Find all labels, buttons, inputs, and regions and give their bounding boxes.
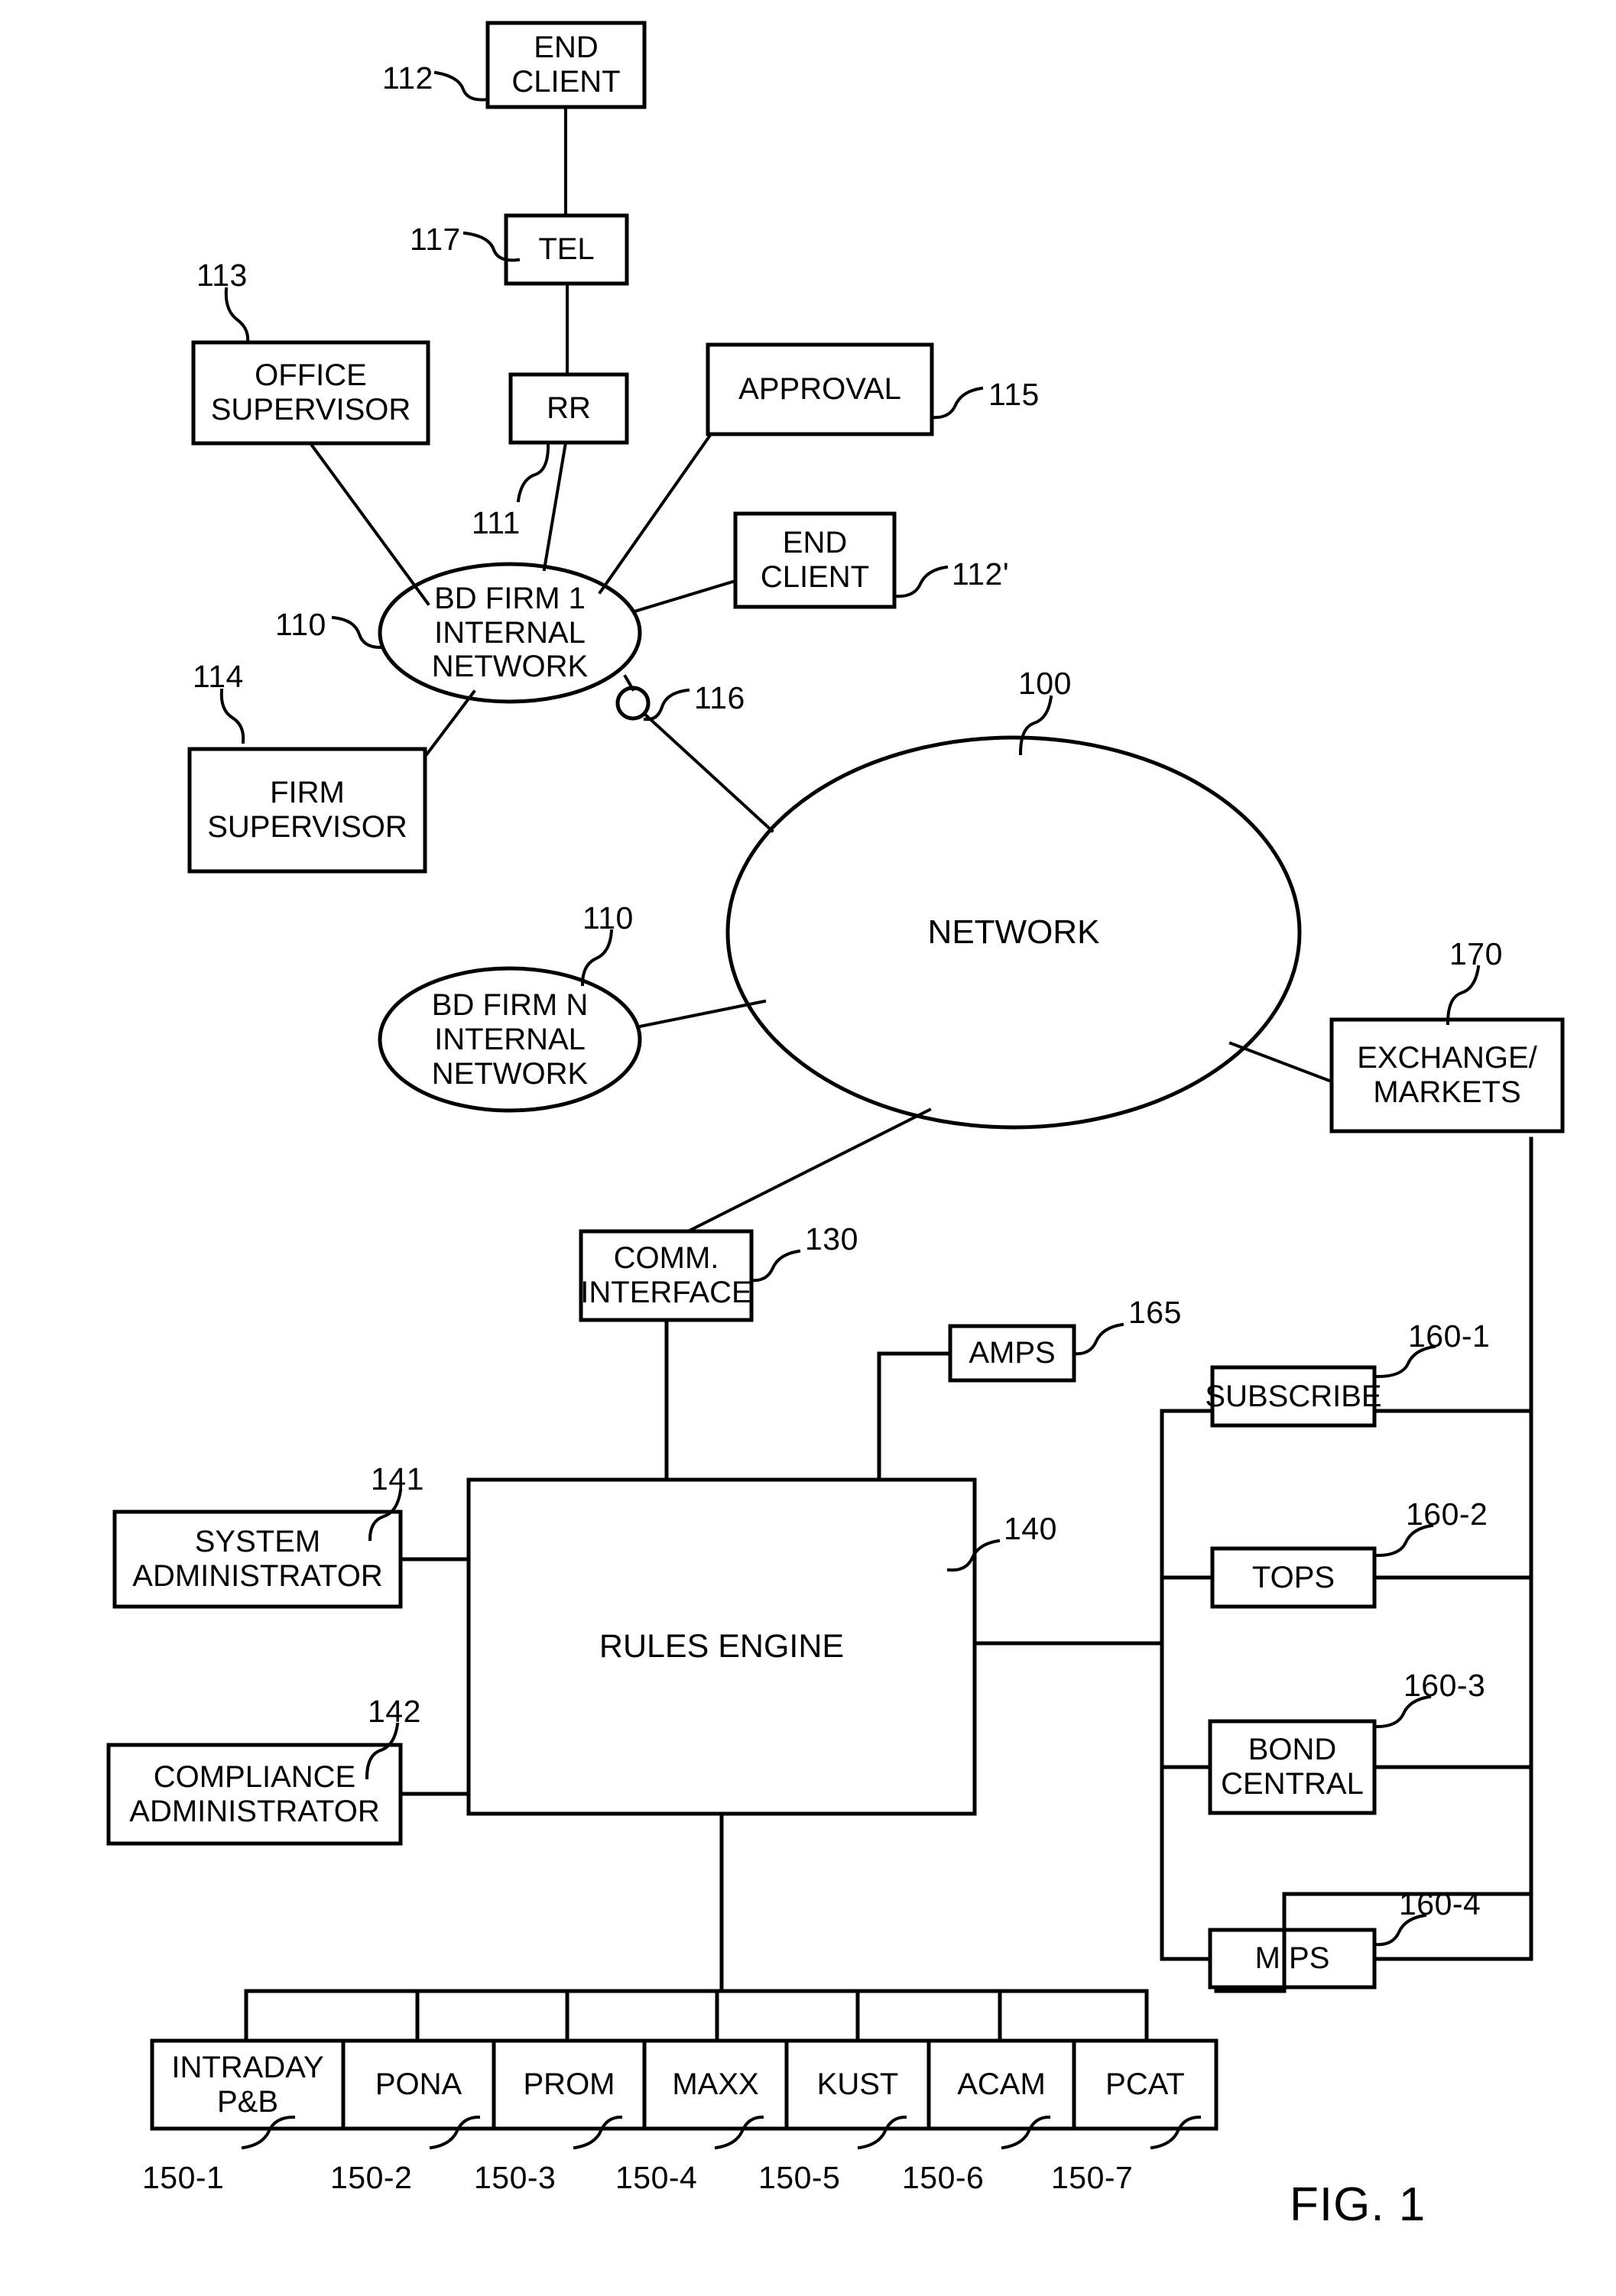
shape-intraday-pb <box>150 2038 346 2131</box>
leader-150-4 <box>714 2115 764 2150</box>
ref-numeral-140: 140 <box>1004 1511 1057 1546</box>
leader-113 <box>224 287 250 345</box>
ref-numeral-110-b: 110 <box>582 900 634 936</box>
shape-tel <box>504 213 629 286</box>
ref-numeral-112: 112 <box>382 60 433 96</box>
leader-130 <box>749 1249 801 1283</box>
leader-150-1 <box>241 2115 296 2150</box>
ref-numeral-115: 115 <box>988 377 1040 412</box>
ref-numeral-111: 111 <box>472 505 521 540</box>
ref-numeral-150-6: 150-6 <box>902 2160 985 2195</box>
ref-numeral-150-2: 150-2 <box>330 2160 413 2195</box>
leader-165 <box>1072 1322 1124 1356</box>
ref-numeral-116: 116 <box>694 680 745 715</box>
link-network-exchange <box>1228 1041 1334 1084</box>
leader-112 <box>433 70 490 102</box>
ref-numeral-165: 165 <box>1128 1295 1182 1330</box>
link-amps-rules <box>877 1351 952 1482</box>
shape-exchange-markets <box>1329 1017 1565 1133</box>
shape-amps <box>948 1324 1076 1383</box>
ref-numeral-150-7: 150-7 <box>1051 2160 1134 2195</box>
link-network-comm <box>686 1107 932 1234</box>
shape-end-client-top <box>485 21 647 109</box>
ref-numeral-142: 142 <box>368 1694 421 1729</box>
ref-numeral-160-1: 160-1 <box>1408 1318 1491 1354</box>
leader-150-2 <box>429 2115 481 2150</box>
ref-numeral-170: 170 <box>1449 936 1503 971</box>
shape-acam <box>926 2038 1076 2131</box>
shape-approval <box>706 342 934 436</box>
ref-numeral-160-2: 160-2 <box>1406 1497 1488 1532</box>
shape-bd-firm-1 <box>378 562 642 704</box>
leader-170 <box>1446 965 1481 1026</box>
link-endclientprime-bdfirm1 <box>632 579 738 614</box>
leader-111 <box>516 440 550 503</box>
ref-numeral-150-1: 150-1 <box>142 2160 225 2195</box>
ref-numeral-117: 117 <box>410 222 461 257</box>
leader-115 <box>930 386 984 420</box>
ref-numeral-150-3: 150-3 <box>474 2160 557 2195</box>
shape-rr <box>508 372 629 445</box>
leader-142 <box>365 1722 400 1780</box>
leader-110a <box>331 615 385 650</box>
leader-141 <box>368 1488 403 1542</box>
shape-system-administrator <box>112 1510 403 1609</box>
ref-numeral-160-3: 160-3 <box>1403 1668 1486 1703</box>
leader-112p <box>892 565 949 598</box>
figure-caption: FIG. 1 <box>1290 2178 1426 2231</box>
leader-150-6 <box>1001 2115 1051 2150</box>
diagram-canvas <box>106 21 1565 2150</box>
leader-117 <box>462 231 521 262</box>
shape-tops <box>1210 1546 1377 1609</box>
patent-figure-1: END CLIENT TEL RR OFFICE SUPERVISOR APPR… <box>0 0 1616 2296</box>
ref-numeral-130: 130 <box>805 1221 858 1257</box>
shape-bond-central <box>1208 1719 1377 1815</box>
shape-maxx <box>642 2038 789 2131</box>
ref-numeral-112-prime: 112' <box>952 556 1010 592</box>
shape-compliance-administrator <box>106 1743 403 1846</box>
link-bdfirmn-network <box>638 999 767 1029</box>
leader-100 <box>1018 695 1053 756</box>
leader-150-7 <box>1150 2115 1202 2150</box>
shape-rules-engine <box>466 1477 977 1816</box>
shape-subscribe <box>1210 1365 1377 1428</box>
shape-end-client-prime <box>733 511 897 609</box>
leader-114 <box>219 688 245 744</box>
ref-numeral-100: 100 <box>1018 666 1072 701</box>
shape-comm-interface <box>579 1229 754 1322</box>
ref-numeral-141: 141 <box>371 1461 424 1497</box>
shape-mips <box>1208 1928 1377 1990</box>
ref-numeral-150-4: 150-4 <box>615 2160 698 2195</box>
leader-150-5 <box>857 2115 907 2150</box>
shape-pona <box>341 2038 496 2131</box>
shape-office-supervisor <box>191 340 430 446</box>
shape-prom <box>492 2038 647 2131</box>
ref-numeral-160-4: 160-4 <box>1399 1886 1481 1921</box>
shape-kust <box>784 2038 931 2131</box>
link-node116-network <box>642 712 774 833</box>
ref-numeral-113: 113 <box>196 258 248 293</box>
leader-116 <box>643 688 690 722</box>
link-firmsup-bdfirm1 <box>423 689 476 759</box>
link-officesup-bdfirm1 <box>308 441 430 606</box>
ref-numeral-110-a: 110 <box>275 607 326 642</box>
leader-150-3 <box>573 2115 623 2150</box>
ref-numeral-150-5: 150-5 <box>758 2160 841 2195</box>
link-approval-bdfirm1 <box>598 432 713 595</box>
shape-network <box>725 735 1302 1130</box>
shape-pcat <box>1072 2038 1218 2131</box>
ref-numeral-114: 114 <box>193 659 244 694</box>
shape-firm-supervisor <box>187 747 427 874</box>
leader-110b <box>580 929 614 987</box>
shape-bd-firm-n <box>378 966 642 1113</box>
